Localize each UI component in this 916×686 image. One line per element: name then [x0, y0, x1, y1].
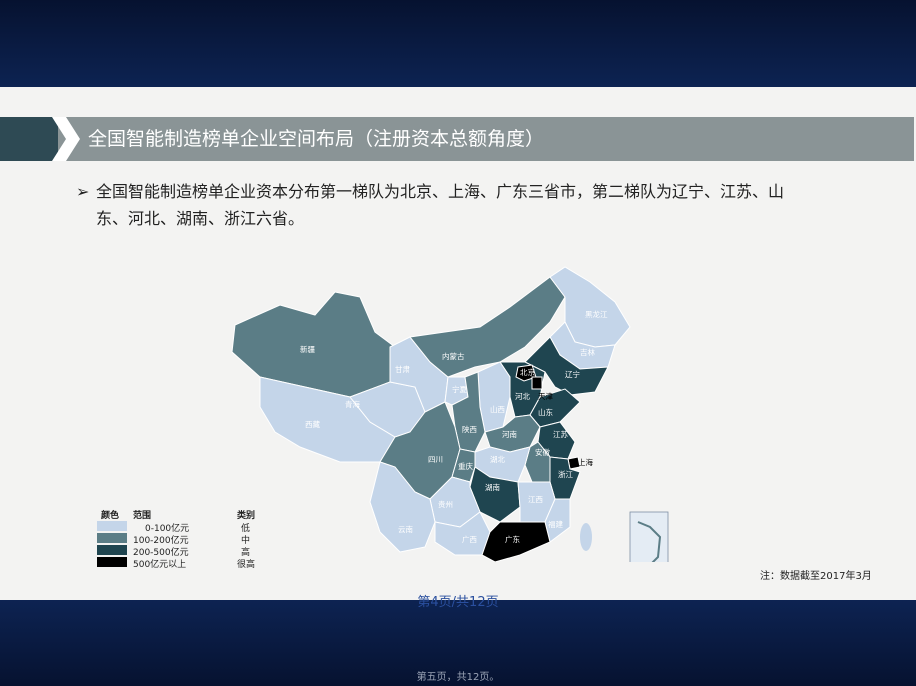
label-hubei: 湖北	[490, 455, 505, 464]
label-sichuan: 四川	[428, 455, 443, 464]
title-bar: 全国智能制造榜单企业空间布局（注册资本总额角度）	[0, 117, 914, 161]
label-ningxia: 宁夏	[452, 384, 467, 394]
label-anhui: 安徽	[535, 447, 550, 457]
legend-swatch	[97, 533, 127, 543]
legend-category: 很高	[237, 560, 256, 570]
legend-header-category: 类别	[237, 511, 256, 521]
label-guizhou: 贵州	[438, 499, 453, 509]
label-hebei: 河北	[515, 392, 530, 401]
label-xinjiang: 新疆	[300, 344, 315, 354]
bullet-paragraph: ➢ 全国智能制造榜单企业资本分布第一梯队为北京、上海、广东三省市，第二梯队为辽宁…	[76, 178, 866, 232]
label-zhejiang: 浙江	[558, 469, 573, 479]
label-tianjin: 天津	[538, 392, 553, 401]
slide-title: 全国智能制造榜单企业空间布局（注册资本总额角度）	[88, 128, 545, 150]
footer-text: 第五页，共12页。	[416, 672, 500, 683]
legend-row: 200-500亿元 高	[97, 545, 297, 558]
label-beijing: 北京	[520, 367, 535, 377]
label-chongqing: 重庆	[458, 461, 473, 471]
label-hunan: 湖南	[485, 482, 500, 492]
label-shanghai: 上海	[578, 457, 593, 467]
label-qinghai: 青海	[345, 399, 360, 409]
bullet-arrow-icon: ➢	[76, 182, 90, 201]
legend-row: 100-200亿元 中	[97, 533, 297, 546]
legend-row: 0-100亿元 低	[97, 521, 297, 534]
bullet-line-2: 东、河北、湖南、浙江六省。	[96, 209, 305, 228]
slide: 全国智能制造榜单企业空间布局（注册资本总额角度） ➢ 全国智能制造榜单企业资本分…	[0, 87, 916, 600]
label-yunnan: 云南	[398, 524, 413, 534]
label-shanxi: 山西	[490, 404, 505, 414]
chevron-right-icon	[52, 117, 80, 161]
label-shandong: 山东	[538, 407, 553, 417]
top-banner	[0, 0, 916, 87]
label-jilin: 吉林	[580, 347, 595, 357]
label-heilongjiang: 黑龙江	[585, 309, 608, 319]
bullet-line-1: 全国智能制造榜单企业资本分布第一梯队为北京、上海、广东三省市，第二梯队为辽宁、江…	[96, 182, 785, 201]
label-neimenggu: 内蒙古	[442, 351, 465, 361]
legend-header-color: 颜色	[101, 511, 120, 521]
label-xizang: 西藏	[305, 419, 320, 429]
label-henan: 河南	[502, 429, 517, 439]
label-liaoning: 辽宁	[565, 369, 580, 379]
region-taiwan	[580, 523, 592, 551]
label-gansu: 甘肃	[395, 364, 410, 374]
label-shaanxi: 陕西	[462, 424, 477, 434]
data-note: 注：数据截至2017年3月	[760, 571, 872, 582]
region-tianjin	[531, 376, 543, 390]
legend-swatch	[97, 521, 127, 531]
china-map: 新疆 西藏 青海 甘肃 内蒙古 黑龙江 吉林 辽宁 河北 北京 天津 宁夏 山西…	[231, 266, 669, 562]
legend-header-range: 范围	[133, 511, 152, 521]
legend-swatch	[97, 545, 127, 555]
legend-row: 500亿元以上 很高	[97, 557, 297, 570]
south-sea-inset	[629, 511, 669, 562]
label-fujian: 福建	[548, 519, 563, 529]
legend-swatch	[97, 557, 127, 567]
label-guangdong: 广东	[505, 534, 520, 544]
label-jiangxi: 江西	[528, 495, 543, 504]
legend-range: 500亿元以上	[133, 560, 187, 570]
page-number: 第4页/共12页	[417, 595, 499, 610]
title-tab-block	[0, 117, 58, 161]
label-jiangsu: 江苏	[553, 429, 568, 439]
label-guangxi: 广西	[462, 534, 477, 544]
